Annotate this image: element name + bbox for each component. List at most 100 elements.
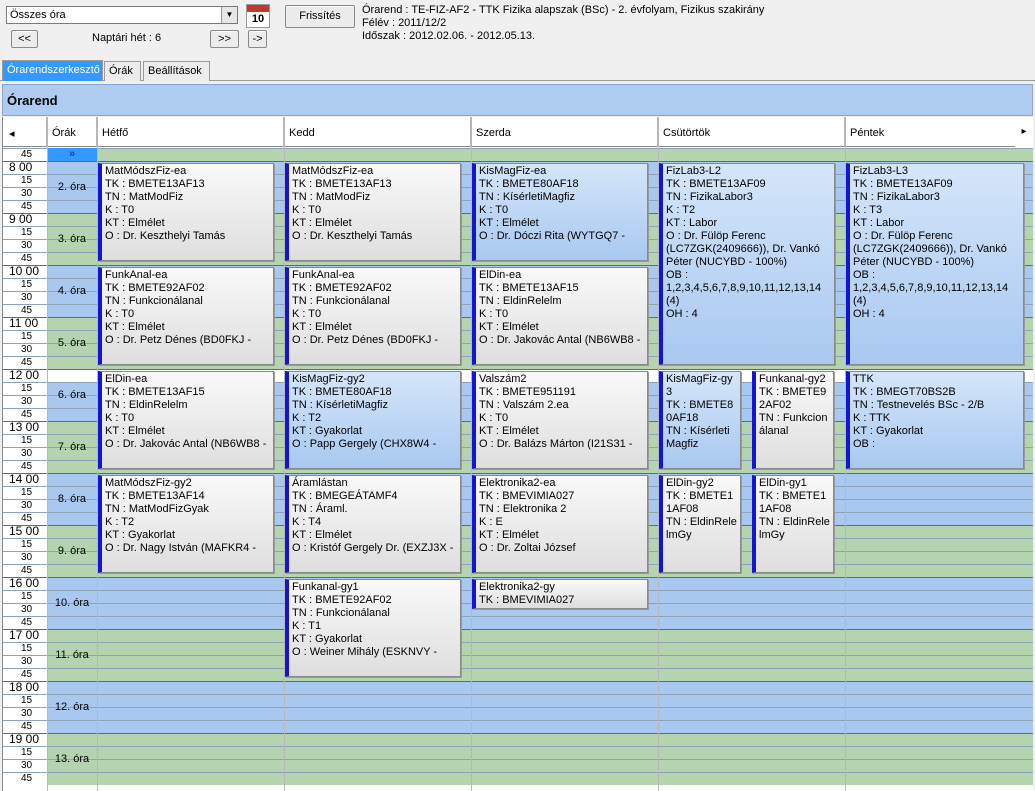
tab-settings[interactable]: Beállítások [143, 61, 210, 81]
class-event[interactable]: Valszám2 TK : BMETE951191 TN : Valszám 2.e… [472, 371, 648, 469]
class-event[interactable]: KisMagFiz-gy2 TK : BMETE80AF18 TN : Kísérl… [285, 371, 461, 469]
time-label: 19 00 [9, 732, 40, 746]
calendar-button[interactable]: 10 [246, 4, 270, 28]
view-select[interactable]: Összes óra ▼ [6, 6, 238, 24]
class-event[interactable]: MatMódszFiz-gy2 TK : BMETE13AF14 TN : MatM… [98, 475, 274, 573]
class-event[interactable]: MatMódszFiz-ea TK : BMETE13AF13 TN : MatMo… [285, 163, 461, 261]
class-event[interactable]: Funkanal-gy1 TK : BMETE92AF02 TN : Funkcio… [285, 579, 461, 677]
period-label: 4. óra [57, 285, 87, 297]
event-detail: TN : MatModFiz [292, 191, 371, 203]
event-detail: K : T0 [105, 308, 135, 320]
event-title: MatMódszFiz-ea [105, 165, 187, 177]
event-title: ElDin-gy2 [666, 477, 714, 489]
event-detail: KT : Elmélet [479, 321, 539, 333]
panel-header: Órarend [2, 84, 1033, 116]
time-slot-band[interactable] [47, 668, 1033, 681]
time-slot-band[interactable] [47, 681, 1033, 694]
event-title: Valszám2 [479, 373, 527, 385]
event-title: ElDin-ea [479, 269, 522, 281]
time-slot-band[interactable] [47, 746, 1033, 759]
class-event[interactable]: FizLab3-L3 TK : BMETE13AF09 TN : FizikaLab… [846, 163, 1024, 365]
tab-classes[interactable]: Órák [104, 61, 141, 81]
class-event[interactable]: MatMódszFiz-ea TK : BMETE13AF13 TN : MatMo… [98, 163, 274, 261]
event-detail: TK : BMETE951191 [479, 386, 577, 398]
class-event[interactable]: FizLab3-L2 TK : BMETE13AF09 TN : FizikaLab… [659, 163, 835, 365]
event-detail: O : Weiner Mihály (ESKNVY - [292, 646, 438, 658]
slot-line [3, 473, 1033, 474]
event-detail: TN : Testnevelés BSc - 2/B [853, 399, 985, 411]
period-label: 9. óra [57, 545, 87, 557]
prev-week-button[interactable]: << [11, 30, 38, 48]
time-slot-band[interactable] [47, 772, 1033, 785]
class-event[interactable]: ElDin-gy2 TK : BMETE11AF08 TN : EldinRelel… [659, 475, 741, 573]
event-detail: TN : Funkcionálanal [759, 412, 828, 437]
week-label: Naptári hét : 6 [92, 32, 162, 44]
event-title: FunkAnal-ea [105, 269, 168, 281]
time-slot-band[interactable] [47, 655, 1033, 668]
scroll-right-button[interactable]: ▸ [1015, 117, 1033, 147]
event-detail: TK : BMETE11AF08 [759, 490, 827, 515]
event-detail: TK : BMETE92AF02 [292, 282, 392, 294]
class-event[interactable]: FunkAnal-ea TK : BMETE92AF02 TN : Funkcion… [98, 267, 274, 365]
event-detail: O : Dr. Petz Dénes (BD0FKJ - [292, 334, 439, 346]
chevron-left-icon: ◂ [9, 128, 15, 140]
class-event[interactable]: ElDin-ea TK : BMETE13AF15 TN : EldinRelelm… [472, 267, 648, 365]
time-slot-band[interactable] [47, 733, 1033, 746]
time-label: 14 00 [9, 472, 40, 486]
event-detail: O : Dr. Fülöp Ferenc (LC7ZGK(2409666)), … [666, 230, 820, 268]
time-slot-band[interactable] [47, 759, 1033, 772]
class-event[interactable]: Funkanal-gy2 TK : BMETE92AF02 TN : Funkcio… [752, 371, 834, 469]
event-detail: TN : EldinRelelm [105, 399, 188, 411]
time-slot-band[interactable] [47, 642, 1033, 655]
event-detail: TK : BMETE13AF13 [105, 178, 205, 190]
collapse-icon[interactable]: » [47, 148, 97, 161]
tab-schedule-editor[interactable]: Órarendszerkesztő [2, 60, 103, 81]
chevron-down-icon[interactable]: ▼ [221, 7, 237, 23]
column-divider [47, 117, 48, 791]
event-detail: TN : EldinRelelmGy [759, 516, 830, 541]
class-event[interactable]: Elektronika2-gy TK : BMEVIMIA027 [472, 579, 648, 610]
class-event[interactable]: ElDin-gy1 TK : BMETE11AF08 TN : EldinRelel… [752, 475, 834, 573]
event-title: Elektronika2-gy [479, 581, 555, 593]
class-event[interactable]: TTK TK : BMEGT70BS2B TN : Testnevelés BSc … [846, 371, 1024, 469]
event-detail: OH : 4 [853, 308, 885, 320]
chevron-right-icon: ▸ [1021, 126, 1027, 137]
class-event[interactable]: Áramlástan TK : BMEGEÁTAMF4 TN : Áraml. K :… [285, 475, 461, 573]
time-label: 17 00 [9, 628, 40, 642]
time-slot-band[interactable] [47, 707, 1033, 720]
event-detail: K : T0 [292, 204, 322, 216]
event-detail: KT : Elmélet [292, 217, 352, 229]
class-event[interactable]: Elektronika2-ea TK : BMEVIMIA027 TN : Elek… [472, 475, 648, 573]
time-slot-band[interactable] [47, 629, 1033, 642]
event-title: ElDin-ea [105, 373, 148, 385]
event-detail: TN : EldinRelelmGy [666, 516, 737, 541]
event-detail: K : TTK [853, 412, 891, 424]
event-detail: K : T0 [105, 412, 135, 424]
event-detail: KT : Elmélet [292, 529, 352, 541]
event-detail: KT : Elmélet [292, 321, 352, 333]
next-week-button[interactable]: >> [210, 30, 239, 48]
time-slot-band[interactable] [47, 720, 1033, 733]
time-slot-band[interactable] [47, 694, 1033, 707]
time-label: 30 [21, 240, 33, 251]
time-slot-band[interactable] [47, 616, 1033, 629]
event-title: Funkanal-gy1 [292, 581, 359, 593]
period-label: 13. óra [54, 753, 90, 765]
class-event[interactable]: KisMagFiz-ea TK : BMETE80AF18 TN : Kísérle… [472, 163, 648, 261]
class-event[interactable]: KisMagFiz-gy3 TK : BMETE80AF18 TN : Kísérl… [659, 371, 741, 469]
event-detail: OB : 1,2,3,4,5,6,7,8,9,10,11,12,13,14 (4… [853, 269, 1009, 307]
event-detail: TK : BMETE13AF14 [105, 490, 205, 502]
day-header-friday: Péntek [845, 117, 1033, 147]
goto-week-button[interactable]: -> [248, 30, 267, 48]
event-title: Funkanal-gy2 [759, 373, 826, 385]
slot-line [3, 148, 1033, 149]
time-label: 16 00 [9, 576, 40, 590]
event-detail: OB : 1,2,3,4,5,6,7,8,9,10,11,12,13,14 (4… [666, 269, 822, 307]
schedule-grid[interactable]: ◂ Órák Hétfő Kedd Szerda Csütörtök Pénte… [2, 117, 1033, 791]
time-slot-band[interactable] [47, 148, 1033, 161]
scroll-left-button[interactable]: ◂ [3, 117, 47, 147]
event-detail: K : T0 [105, 204, 135, 216]
class-event[interactable]: FunkAnal-ea TK : BMETE92AF02 TN : Funkcion… [285, 267, 461, 365]
refresh-button[interactable]: Frissítés [285, 5, 355, 28]
class-event[interactable]: ElDin-ea TK : BMETE13AF15 TN : EldinRelelm… [98, 371, 274, 469]
